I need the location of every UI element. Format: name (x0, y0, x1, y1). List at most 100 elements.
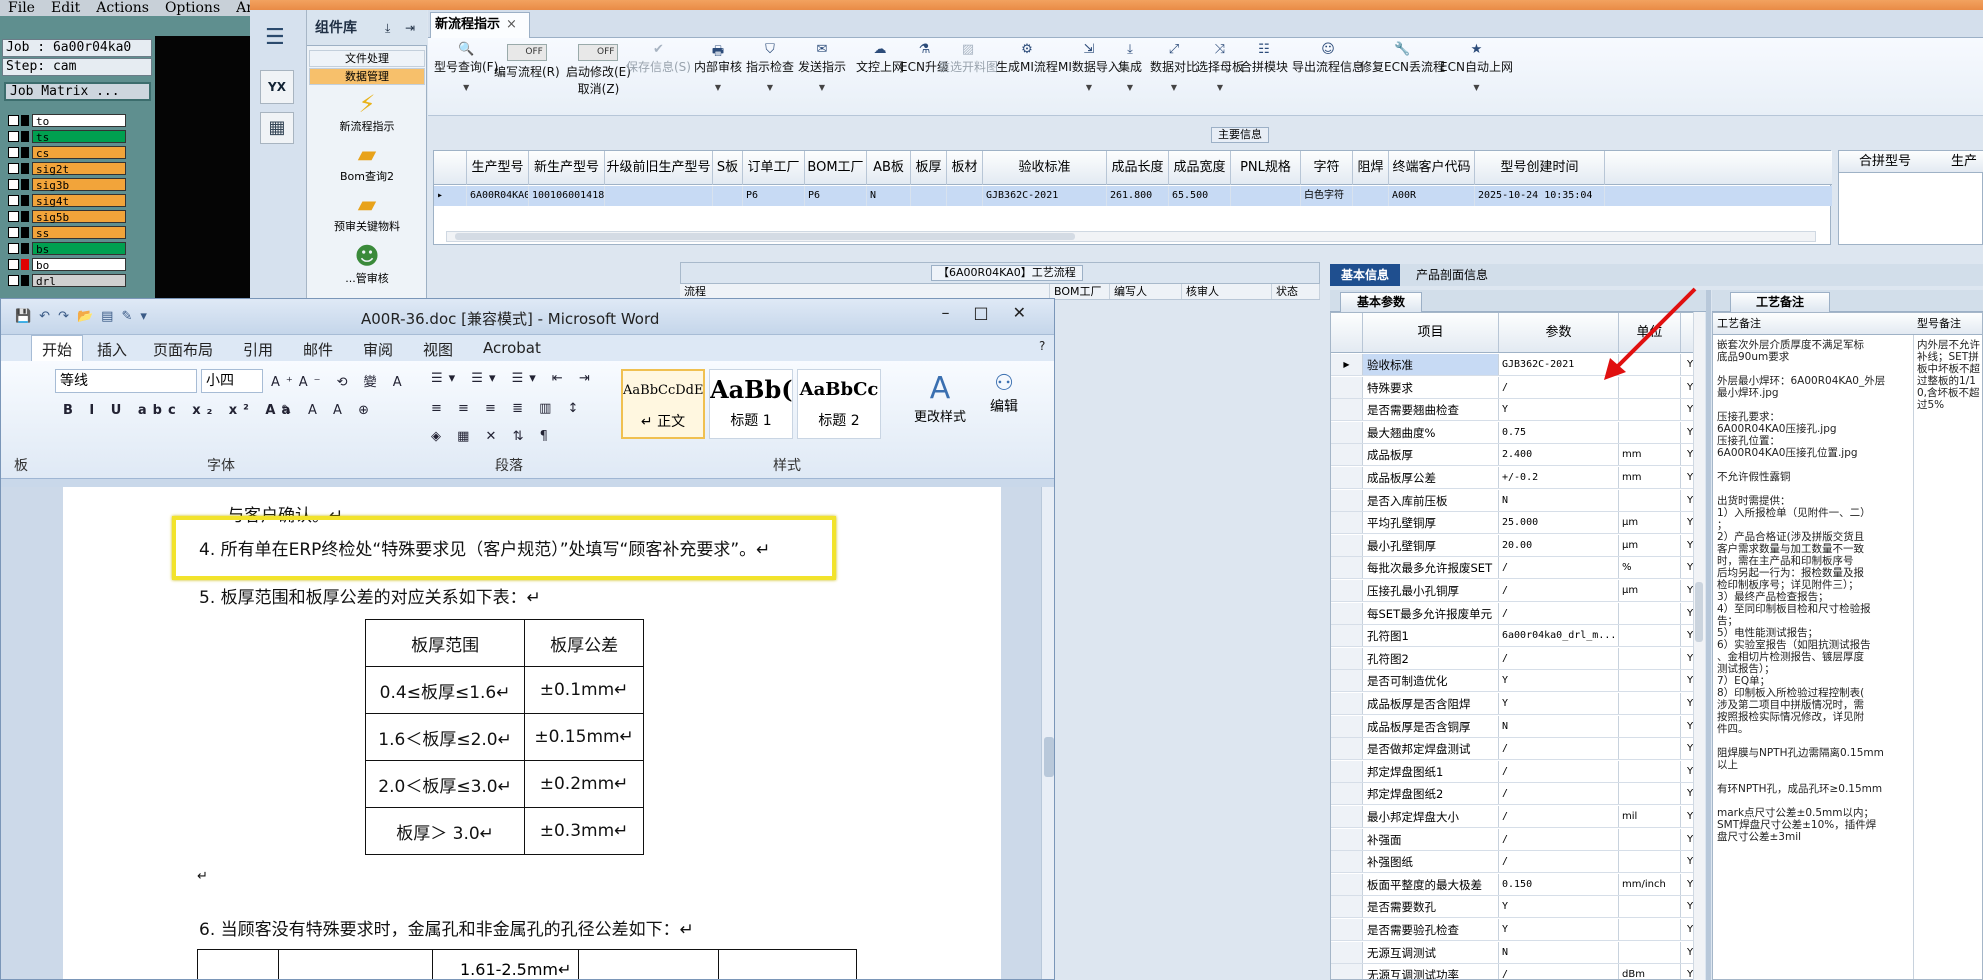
param-value[interactable]: Y (1499, 670, 1619, 692)
param-value[interactable]: / (1499, 738, 1619, 760)
chevron-down-icon[interactable]: ▼ (1150, 83, 1198, 92)
param-value[interactable]: Y (1499, 919, 1619, 940)
tab-view[interactable]: 视图 (423, 339, 453, 360)
table-row[interactable]: 成品板厚公差 +/-0.2 mm Y (1331, 467, 1699, 489)
review-item[interactable]: ☻ ...管审核 (309, 242, 425, 286)
category-data-management[interactable]: 数据管理 (309, 68, 425, 85)
scrollbar-thumb[interactable] (1695, 582, 1703, 642)
cam-menu-options[interactable]: Options (165, 0, 220, 16)
style-normal[interactable]: AaBbCcDdEe ↵ 正文 (621, 369, 705, 439)
layer-row[interactable]: ss (6, 224, 126, 240)
grid-column-header[interactable]: 板厚 (911, 151, 947, 185)
quick-access-toolbar[interactable]: 💾↶↷📂▤✎▾ (15, 309, 155, 324)
grid-column-header[interactable]: S板 (713, 151, 743, 185)
font-name-box[interactable]: 等线 (55, 369, 197, 393)
ribbon-button-12[interactable]: ⇲ MI数据导入 ▼ (1058, 42, 1120, 92)
new-process-item[interactable]: ⚡ 新流程指示 (309, 90, 425, 134)
ribbon-button-3[interactable]: OFF 启动修改(E) 取消(Z) (566, 42, 631, 97)
param-value[interactable]: 6a00r04ka0_drl_m... (1499, 625, 1619, 647)
grid-cell[interactable]: 65.500 (1169, 186, 1231, 206)
table-row[interactable]: 成品板厚是否含铜厚 N Y (1331, 715, 1699, 738)
row-indicator[interactable]: ▸ (434, 186, 467, 206)
chevron-down-icon[interactable]: ▼ (1058, 83, 1120, 92)
param-value[interactable]: Y (1499, 399, 1619, 421)
table-row[interactable]: 孔符图2/Y (1331, 647, 1699, 670)
table-row[interactable]: 是否做邦定焊盘测试 / Y (1331, 738, 1699, 761)
layer-row[interactable]: sig5b (6, 208, 126, 224)
cam-canvas[interactable] (155, 36, 250, 316)
grid-cell[interactable]: 6A00R04KA0 (467, 186, 529, 206)
job-matrix-button[interactable]: Job Matrix ... (4, 82, 151, 101)
layer-checkbox[interactable] (8, 178, 19, 190)
layer-checkbox[interactable] (8, 130, 19, 142)
grid-column-header[interactable]: 字符 (1301, 151, 1353, 185)
layer-row[interactable]: drl (6, 272, 126, 288)
font-format-buttons[interactable]: B I U abc x₂ x² Aa (63, 403, 296, 418)
menu-icon[interactable]: ☰ (265, 27, 291, 49)
param-value[interactable]: / (1499, 760, 1619, 782)
ribbon-button-16[interactable]: ☷ 合拼模块 (1240, 42, 1288, 75)
ribbon-button-18[interactable]: 🔧 修复ECN丢流程 (1360, 42, 1445, 75)
chevron-down-icon[interactable]: ▼ (798, 83, 846, 92)
layer-checkbox[interactable] (8, 162, 19, 174)
style-heading2[interactable]: AaBbCc 标题 2 (797, 369, 881, 439)
layer-row[interactable]: bo (6, 256, 126, 272)
params-scrollbar[interactable] (1693, 312, 1705, 980)
layer-checkbox[interactable] (8, 210, 19, 222)
grid-cell[interactable]: 261.800 (1107, 186, 1169, 206)
cam-menu-an[interactable]: An (236, 0, 250, 16)
param-value[interactable]: Y (1499, 693, 1619, 714)
ribbon-button-5[interactable]: 🖶 内部审核 ▼ (694, 42, 742, 92)
grid-cell[interactable]: N (867, 186, 911, 206)
ribbon-button-6[interactable]: ⛉ 指示检查 ▼ (746, 42, 794, 92)
grid-cell[interactable]: 白色字符 (1301, 186, 1353, 206)
layer-row[interactable]: sig2t (6, 160, 126, 176)
grid-cell[interactable]: P6 (805, 186, 867, 206)
param-value[interactable]: / (1499, 602, 1619, 624)
grid-column-header[interactable]: 订单工厂 (743, 151, 805, 185)
tab-insert[interactable]: 插入 (97, 339, 127, 360)
param-value[interactable]: / (1499, 806, 1619, 827)
chevron-down-icon[interactable]: ▼ (1118, 83, 1142, 92)
download-icon[interactable]: ⤓ (385, 10, 390, 46)
param-value[interactable]: 25.000 (1499, 512, 1619, 534)
ribbon-button-13[interactable]: ⤓ 集成 ▼ (1118, 42, 1142, 92)
chevron-down-icon[interactable]: ▼ (694, 83, 742, 92)
font-size-box[interactable]: 小四 (201, 369, 263, 393)
table-row[interactable]: 无源互调测试 N Y (1331, 941, 1699, 964)
model-notes-text[interactable]: 内外层不允许补线；SET拼板中坏板不超过整板的1/10,含坏板不超过5% (1917, 339, 1982, 411)
table-row[interactable]: 邦定焊盘图纸2/Y (1331, 783, 1699, 806)
table-row[interactable]: 是否需要验孔检查 Y Y (1331, 919, 1699, 941)
tab-home[interactable]: 开始 (31, 335, 84, 361)
grid-cell[interactable]: GJB362C-2021 (983, 186, 1107, 206)
cam-menu-file[interactable]: File (8, 0, 35, 16)
ribbon-button-14[interactable]: ⤢ 数据对比 ▼ (1150, 42, 1198, 92)
cam-menu-actions[interactable]: Actions (96, 0, 149, 16)
grid-cell[interactable]: P6 (743, 186, 805, 206)
cam-menu-edit[interactable]: Edit (51, 0, 80, 16)
chevron-down-icon[interactable]: ▼ (434, 83, 498, 92)
table-row[interactable]: 补强图纸 / Y (1331, 851, 1699, 874)
layer-checkbox[interactable] (8, 114, 19, 126)
param-value[interactable]: / (1499, 557, 1619, 579)
grid-column-header[interactable]: 升级前旧生产型号 (605, 151, 713, 185)
layer-checkbox[interactable] (8, 242, 19, 254)
layer-checkbox[interactable] (8, 194, 19, 206)
param-value[interactable]: 20.00 (1499, 534, 1619, 556)
ribbon-button-1[interactable]: 🔍 型号查询(F) ▼ (434, 42, 498, 92)
param-value[interactable]: 0.150 (1499, 873, 1619, 895)
chevron-down-icon[interactable]: ▼ (1196, 83, 1244, 92)
list-buttons[interactable]: ☰▾ ☰▾ ☰▾ ⇤ ⇥ (431, 371, 596, 386)
table-row[interactable]: 补强面 / Y (1331, 828, 1699, 851)
calculator-icon[interactable]: ▦ (260, 112, 294, 144)
table-row[interactable]: 每批次最多允许报废SET /% Y (1331, 557, 1699, 580)
table-row[interactable]: ▸6A00R04KA010010600141801P6P6NGJB362C-20… (434, 186, 1832, 206)
param-value[interactable]: Y (1499, 896, 1619, 918)
layer-row[interactable]: ts (6, 128, 126, 144)
ribbon-button-4[interactable]: ✔ 保存信息(S) (626, 42, 691, 75)
table-row[interactable]: 平均孔壁铜厚 25.000 μm Y (1331, 512, 1699, 535)
param-value[interactable]: N (1499, 941, 1619, 963)
toggle-switch[interactable]: OFF (578, 44, 619, 61)
help-icon[interactable]: ? (1039, 339, 1045, 353)
table-row[interactable]: 压接孔最小孔铜厚 / μm Y (1331, 580, 1699, 602)
